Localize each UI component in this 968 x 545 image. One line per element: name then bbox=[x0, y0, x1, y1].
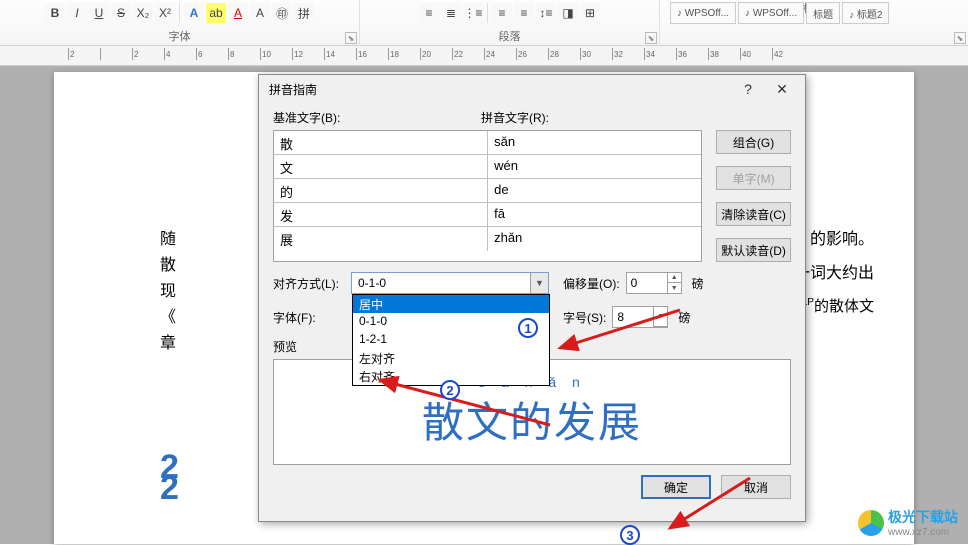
bold-button[interactable]: B bbox=[45, 3, 65, 23]
ribbon-group-font: B I U S X₂ X² A ab A A ㊞ 拼 字体 ⬊ bbox=[0, 0, 360, 46]
shading-button[interactable]: ◨ bbox=[558, 3, 578, 23]
char-row[interactable]: 展zhǎn bbox=[274, 227, 701, 251]
cancel-button[interactable]: 取消 bbox=[721, 475, 791, 499]
base-char-cell[interactable]: 散 bbox=[274, 131, 488, 154]
text-effects-button[interactable]: A bbox=[184, 3, 204, 23]
watermark-text: 极光下载站 bbox=[888, 507, 958, 527]
base-text-label: 基准文字(B): bbox=[273, 109, 481, 126]
ok-button[interactable]: 确定 bbox=[641, 475, 711, 499]
phonetic-button[interactable]: 拼 bbox=[294, 3, 314, 23]
style-chip[interactable]: ♪ WPSOff... bbox=[738, 2, 804, 24]
strike-button[interactable]: S bbox=[111, 3, 131, 23]
body-text-prefix: 章 bbox=[160, 326, 176, 361]
base-char-cell[interactable]: 的 bbox=[274, 179, 488, 202]
styles-gallery[interactable]: ♪ WPSOff... ♪ WPSOff... 标题 ♪ 标题2 bbox=[668, 0, 968, 26]
base-char-cell[interactable]: 展 bbox=[274, 227, 488, 251]
watermark: 极光下载站 www.xz7.com bbox=[858, 507, 958, 538]
heading-number: 2 bbox=[160, 451, 179, 526]
underline-button[interactable]: U bbox=[89, 3, 109, 23]
offset-value: 0 bbox=[627, 276, 667, 290]
dropdown-arrow-icon[interactable]: ▼ bbox=[530, 273, 548, 293]
italic-button[interactable]: I bbox=[67, 3, 87, 23]
char-row[interactable]: 散sǎn bbox=[274, 131, 701, 155]
subscript-button[interactable]: X₂ bbox=[133, 3, 153, 23]
char-row[interactable]: 发fā bbox=[274, 203, 701, 227]
spin-up-icon[interactable]: ▲ bbox=[667, 273, 681, 283]
line-spacing-button[interactable]: ↕≡ bbox=[536, 3, 556, 23]
default-reading-button[interactable]: 默认读音(D) bbox=[716, 238, 791, 262]
char-row[interactable]: 的de bbox=[274, 179, 701, 203]
para-group-expand-icon[interactable]: ⬊ bbox=[645, 32, 657, 44]
phonetic-guide-dialog: 拼音指南 ? ✕ 基准文字(B): 拼音文字(R): 散sǎn文wén的de发f… bbox=[258, 74, 806, 522]
ruby-text-cell[interactable]: fā bbox=[488, 203, 701, 226]
separator bbox=[487, 3, 488, 23]
dropdown-arrow-icon[interactable]: ▼ bbox=[653, 307, 667, 327]
alignment-select[interactable]: 0-1-0 ▼ 居中0-1-01-2-1左对齐右对齐 bbox=[351, 272, 549, 294]
char-row[interactable]: 文wén bbox=[274, 155, 701, 179]
multilevel-button[interactable]: ⋮≡ bbox=[463, 3, 483, 23]
dialog-titlebar[interactable]: 拼音指南 ? ✕ bbox=[259, 75, 805, 103]
help-button[interactable]: ? bbox=[731, 78, 765, 100]
ruby-text-cell[interactable]: zhǎn bbox=[488, 227, 701, 251]
body-text-line: LP的散体文 bbox=[802, 290, 874, 323]
clear-reading-button[interactable]: 清除读音(C) bbox=[716, 202, 791, 226]
ruler[interactable]: 224681012141618202224262830323436384042 bbox=[0, 46, 968, 66]
spin-down-icon[interactable]: ▼ bbox=[667, 283, 681, 293]
para-group-label: 段落 bbox=[499, 28, 521, 46]
close-button[interactable]: ✕ bbox=[765, 78, 799, 100]
size-value: 8 bbox=[613, 310, 653, 324]
single-char-button: 单字(M) bbox=[716, 166, 791, 190]
font-color-button[interactable]: A bbox=[228, 3, 248, 23]
enclose-button[interactable]: ㊞ bbox=[272, 3, 292, 23]
alignment-value: 0-1-0 bbox=[358, 276, 386, 290]
style-chip[interactable]: 标题 bbox=[806, 2, 840, 24]
ruby-text-label: 拼音文字(R): bbox=[481, 109, 549, 126]
alignment-dropdown-list[interactable]: 居中0-1-01-2-1左对齐右对齐 bbox=[352, 294, 550, 386]
superscript-button[interactable]: X² bbox=[155, 3, 175, 23]
font-label: 字体(F): bbox=[273, 309, 345, 326]
bullets-button[interactable]: ≡ bbox=[419, 3, 439, 23]
separator bbox=[179, 3, 180, 23]
watermark-logo-icon bbox=[858, 510, 884, 536]
offset-spinner[interactable]: 0 ▲▼ bbox=[626, 272, 682, 294]
annotation-marker-2: 2 bbox=[440, 380, 460, 400]
alignment-label: 对齐方式(L): bbox=[273, 275, 345, 292]
borders-button[interactable]: ⊞ bbox=[580, 3, 600, 23]
base-char-cell[interactable]: 文 bbox=[274, 155, 488, 178]
ribbon-group-styles: ♪ WPSOff... ♪ WPSOff... 标题 ♪ 标题2 样式 ⬊ bbox=[660, 0, 968, 46]
unit-label: 磅 bbox=[692, 275, 704, 292]
ribbon-group-paragraph: ≡ ≣ ⋮≡ ≡ ≡ ↕≡ ◨ ⊞ 段落 ⬊ bbox=[360, 0, 660, 46]
body-text-line: 的影响。 bbox=[810, 222, 874, 257]
align-left-button[interactable]: ≡ bbox=[492, 3, 512, 23]
base-char-cell[interactable]: 发 bbox=[274, 203, 488, 226]
unit-label: 磅 bbox=[678, 309, 690, 326]
ruby-text-cell[interactable]: wén bbox=[488, 155, 701, 178]
offset-label: 偏移量(O): bbox=[563, 275, 620, 292]
font-group-label: 字体 bbox=[169, 28, 191, 46]
dialog-title-text: 拼音指南 bbox=[269, 81, 317, 98]
annotation-marker-3: 3 bbox=[620, 525, 640, 545]
char-shading-button[interactable]: A bbox=[250, 3, 270, 23]
ruby-text-cell[interactable]: sǎn bbox=[488, 131, 701, 154]
align-center-button[interactable]: ≡ bbox=[514, 3, 534, 23]
ribbon: B I U S X₂ X² A ab A A ㊞ 拼 字体 ⬊ ≡ ≣ ⋮≡ ≡… bbox=[0, 0, 968, 46]
font-group-expand-icon[interactable]: ⬊ bbox=[345, 32, 357, 44]
style-group-expand-icon[interactable]: ⬊ bbox=[954, 32, 966, 44]
highlight-button[interactable]: ab bbox=[206, 3, 226, 23]
size-label: 字号(S): bbox=[563, 309, 606, 326]
style-chip[interactable]: ♪ WPSOff... bbox=[670, 2, 736, 24]
combine-button[interactable]: 组合(G) bbox=[716, 130, 791, 154]
annotation-marker-1: 1 bbox=[518, 318, 538, 338]
alignment-option[interactable]: 左对齐 bbox=[353, 349, 549, 367]
ruby-text-cell[interactable]: de bbox=[488, 179, 701, 202]
size-select[interactable]: 8 ▼ bbox=[612, 306, 668, 328]
style-chip[interactable]: ♪ 标题2 bbox=[842, 2, 889, 24]
alignment-option[interactable]: 居中 bbox=[353, 295, 549, 313]
watermark-url: www.xz7.com bbox=[888, 527, 958, 538]
numbering-button[interactable]: ≣ bbox=[441, 3, 461, 23]
character-grid[interactable]: 散sǎn文wén的de发fā展zhǎn bbox=[273, 130, 702, 262]
